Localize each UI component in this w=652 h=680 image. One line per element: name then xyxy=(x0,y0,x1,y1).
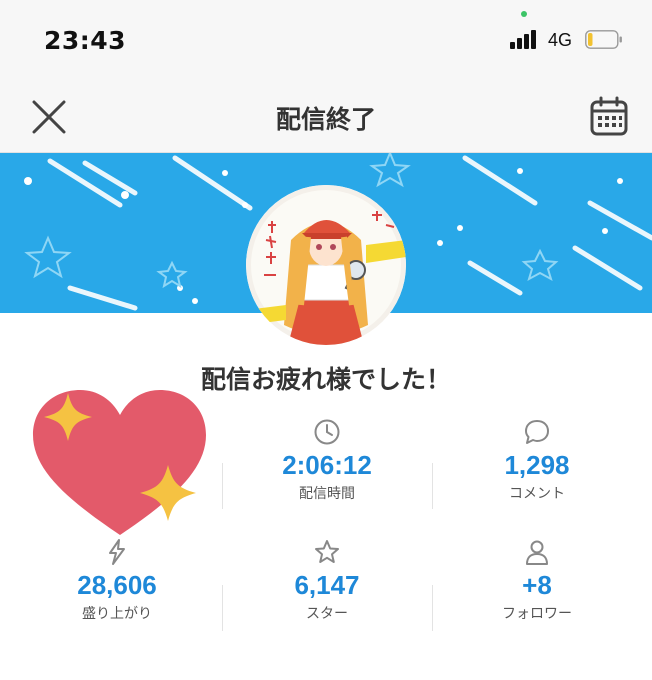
mic-indicator-dot xyxy=(521,11,527,17)
stat-comments: 1,298 コメント xyxy=(437,418,637,503)
status-bar: 23:43 4G xyxy=(0,0,652,80)
status-time: 23:43 xyxy=(44,26,127,55)
clock-icon xyxy=(314,419,340,445)
stat-label: 配信時間 xyxy=(299,486,355,502)
stat-label: 盛り上がり xyxy=(82,606,152,622)
stat-value: 28,606 xyxy=(77,570,157,600)
stat-value: +8 xyxy=(522,570,552,600)
stat-followers: +8 フォロワー xyxy=(437,538,637,623)
comment-icon xyxy=(525,420,549,444)
heart-sticker xyxy=(33,390,206,535)
network-type: 4G xyxy=(548,30,573,50)
divider xyxy=(222,585,223,631)
divider xyxy=(432,463,433,509)
person-icon xyxy=(526,540,548,565)
page-title: 配信終了 xyxy=(275,105,376,134)
stat-value: 6,147 xyxy=(294,570,360,600)
stat-duration: 2:06:12 配信時間 xyxy=(227,418,427,503)
star-icon xyxy=(315,540,339,563)
stat-value: 1,298 xyxy=(504,450,570,480)
stat-value: 2:06:12 xyxy=(282,450,372,480)
stat-label: コメント xyxy=(509,486,565,502)
header: 配信終了 xyxy=(0,80,652,153)
divider xyxy=(432,585,433,631)
calendar-icon[interactable] xyxy=(590,96,628,136)
stat-label: フォロワー xyxy=(502,606,572,622)
stat-label: スター xyxy=(306,606,348,622)
avatar xyxy=(246,185,406,345)
stat-excitement: 28,606 盛り上がり xyxy=(17,538,217,623)
signal-icon xyxy=(510,30,542,49)
battery-icon xyxy=(585,30,622,49)
divider xyxy=(222,463,223,509)
stat-stars: 6,147 スター xyxy=(227,538,427,623)
